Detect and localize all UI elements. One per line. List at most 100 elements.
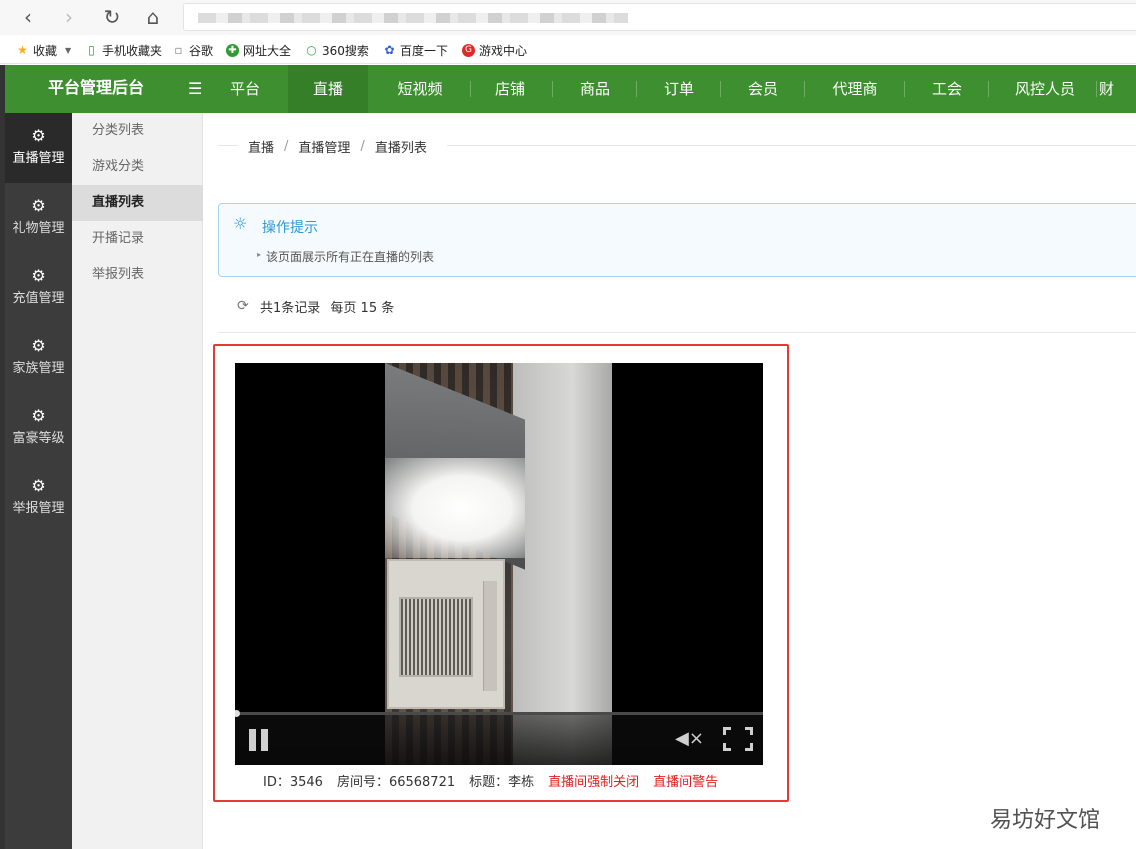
sidebar-item-label: 直播管理 [12,151,65,166]
muted-speaker-icon[interactable]: ◀× [675,727,704,751]
bookmark-google[interactable]: ▫ 谷歌 [172,41,213,59]
submenu-item-live-list[interactable]: 直播列表 [72,185,203,221]
top-nav-union[interactable]: 工会 [917,65,977,113]
record-info: 共1条记录 每页 15 条 [260,297,400,316]
blurred-url [198,13,628,23]
top-nav-short-video[interactable]: 短视频 [385,65,455,113]
reload-icon[interactable]: ↻ [99,5,125,29]
bookmark-mobile[interactable]: ▯ 手机收藏夹 [85,41,162,59]
nav-divider [636,81,637,97]
top-nav-goods[interactable]: 商品 [565,65,625,113]
sidebar-item-wealth-level[interactable]: ⚙ 富豪等级 [5,393,72,463]
records-per-page: 每页 15 条 [330,301,395,316]
gear-icon: ⚙ [31,406,46,425]
bookmark-baidu[interactable]: ✿ 百度一下 [383,41,448,59]
tips-text-content: 该页面展示所有正在直播的列表 [266,250,435,264]
bookmark-label: 百度一下 [400,43,449,58]
phone-icon: ▯ [88,42,95,57]
video-progress-bar[interactable] [235,710,763,717]
bookmark-label: 网址大全 [243,43,292,58]
content-divider [218,332,1136,333]
star-icon: ★ [17,42,28,57]
sidebar-item-label: 家族管理 [12,361,65,376]
tips-text: ▸ 该页面展示所有正在直播的列表 [257,248,435,265]
gear-icon: ⚙ [31,476,46,495]
top-nav-agents[interactable]: 代理商 [820,65,890,113]
pause-icon[interactable] [249,729,269,751]
top-nav-risk-control[interactable]: 风控人员 [1005,65,1085,113]
nav-divider [804,81,805,97]
fullscreen-corner [723,743,731,751]
top-nav-shop[interactable]: 店铺 [480,65,540,113]
bookmarks-bar: ★ 收藏 ▼ ▯ 手机收藏夹 ▫ 谷歌 ✚ 网址大全 ○ 360搜索 ✿ 百度一… [0,35,1136,64]
nav-divider [988,81,989,97]
sidebar-item-live[interactable]: ⚙ 直播管理 [5,113,72,183]
top-nav-platform[interactable]: 平台 [217,65,273,113]
search-360-icon: ○ [306,42,317,57]
video-scene-wall-right [513,363,612,765]
sidebar-item-gifts[interactable]: ⚙ 礼物管理 [5,183,72,253]
bookmark-label: 360搜索 [322,43,369,58]
home-icon[interactable]: ⌂ [140,5,166,29]
submenu: 分类列表 游戏分类 直播列表 开播记录 举报列表 [72,113,203,849]
game-center-icon: G [462,43,475,57]
forward-arrow-icon[interactable]: › [56,5,82,29]
gear-icon: ⚙ [31,266,46,285]
browser-toolbar: ‹ › ↻ ⌂ [0,0,1136,35]
force-close-link[interactable]: 直播间强制关闭 [548,771,639,790]
page-icon: ▫ [174,42,183,57]
address-bar[interactable] [183,3,1136,31]
breadcrumb-separator: / [360,138,365,154]
bookmark-label: 谷歌 [189,43,214,58]
live-stream-card: ◀× ID：3546 房间号：66568721 标题：李栋 直播间强制关闭 直播… [213,344,789,802]
top-nav-live[interactable]: 直播 [288,65,368,113]
submenu-item-broadcast-records[interactable]: 开播记录 [72,221,203,257]
breadcrumb-separator: / [284,138,289,154]
submenu-item-report-list[interactable]: 举报列表 [72,257,203,293]
fullscreen-icon[interactable] [723,727,753,751]
sidebar-item-family[interactable]: ⚙ 家族管理 [5,323,72,393]
tips-title: 操作提示 [262,220,318,236]
breadcrumb-item-live[interactable]: 直播 [248,137,274,156]
sidebar-item-reports[interactable]: ⚙ 举报管理 [5,463,72,533]
gear-icon: ⚙ [31,126,46,145]
video-frame [385,363,612,765]
site-nav-icon: ✚ [226,43,239,57]
breadcrumb-rule [447,145,1136,146]
app-header: 平台管理后台 ☰ 平台 直播 短视频 店铺 商品 订单 会员 代理商 工会 风控… [5,65,1136,113]
warn-link[interactable]: 直播间警告 [653,771,718,790]
dropdown-arrow-icon[interactable]: ▼ [65,46,71,55]
sidebar-item-label: 礼物管理 [12,221,65,236]
bookmark-label: 手机收藏夹 [102,43,163,58]
submenu-item-category-list[interactable]: 分类列表 [72,113,203,149]
sidebar-item-recharge[interactable]: ⚙ 充值管理 [5,253,72,323]
breadcrumb-item-live-list: 直播列表 [374,140,427,156]
refresh-icon[interactable]: ⟳ [237,298,249,314]
bookmark-favorites[interactable]: ★ 收藏 ▼ [16,41,71,59]
nav-divider [720,81,721,97]
breadcrumb: 直播 / 直播管理 / 直播列表 [248,137,427,156]
gear-icon: ⚙ [31,196,46,215]
top-nav-orders[interactable]: 订单 [649,65,709,113]
video-scene-light [385,458,525,558]
fullscreen-corner [723,727,731,735]
sidebar: ⚙ 直播管理 ⚙ 礼物管理 ⚙ 充值管理 ⚙ 家族管理 ⚙ 富豪等级 ⚙ 举报管… [5,113,72,849]
top-nav-members[interactable]: 会员 [733,65,793,113]
submenu-item-game-category[interactable]: 游戏分类 [72,149,203,185]
sidebar-item-label: 充值管理 [12,291,65,306]
fullscreen-corner [745,743,753,751]
bookmark-label: 收藏 [33,43,58,58]
bookmark-site-nav[interactable]: ✚ 网址大全 [226,41,291,59]
bookmark-game[interactable]: G 游戏中心 [462,41,527,59]
video-player[interactable]: ◀× [235,363,763,765]
menu-toggle-icon[interactable]: ☰ [188,79,202,99]
bullet-icon: ▸ [257,250,262,259]
fullscreen-corner [745,727,753,735]
bookmark-360[interactable]: ○ 360搜索 [305,41,369,59]
top-nav-finance[interactable]: 财 [1099,65,1129,113]
video-scene-ac-side [483,581,497,691]
breadcrumb-item-live-management[interactable]: 直播管理 [298,137,350,156]
live-id: ID：3546 [263,774,323,790]
back-arrow-icon[interactable]: ‹ [15,5,41,29]
sidebar-item-label: 举报管理 [12,501,65,516]
